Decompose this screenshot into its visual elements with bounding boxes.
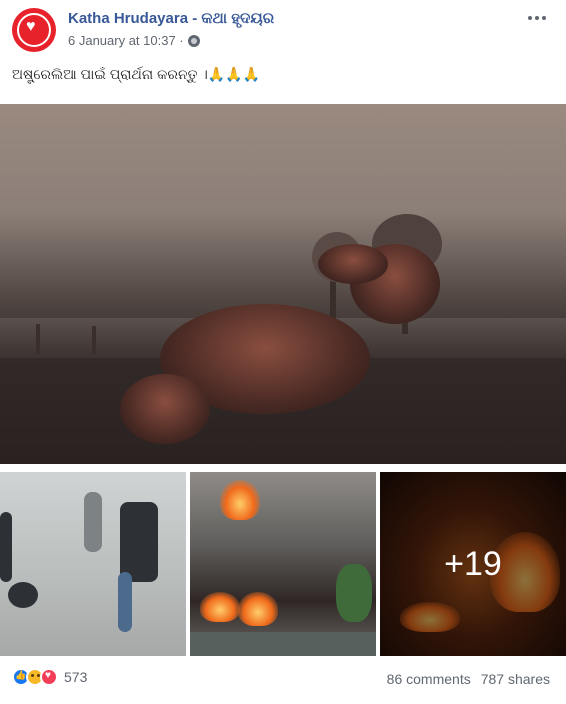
more-photos-count: +19 <box>444 544 502 583</box>
koala-figure <box>8 582 38 608</box>
fire-flame <box>220 480 260 520</box>
engagement-counts: 86 comments 787 shares <box>387 671 550 687</box>
fire-flame <box>200 592 240 622</box>
post-footer: 573 86 comments 787 shares <box>0 662 566 698</box>
photo-thumbnail-1[interactable] <box>0 472 186 656</box>
love-icon <box>40 668 58 686</box>
post-card: ♥ Katha Hrudayara - କଥା ହୃଦୟର 6 January … <box>0 0 566 704</box>
page-avatar[interactable]: ♥ <box>12 8 56 52</box>
main-photo[interactable] <box>0 104 566 464</box>
animal-carcass <box>120 374 210 444</box>
fence-post <box>92 326 96 354</box>
reaction-count: 573 <box>64 669 88 685</box>
more-options-icon[interactable] <box>528 10 552 26</box>
post-meta: 6 January at 10:37 · <box>68 33 200 48</box>
person-figure <box>118 572 132 632</box>
globe-icon <box>187 34 200 47</box>
page-name-link[interactable]: Katha Hrudayara - କଥା ହୃଦୟର <box>68 10 274 27</box>
animal-carcass <box>318 244 388 284</box>
road <box>190 632 376 656</box>
post-text: ଅଷ୍ଟ୍ରେଲିଆ ପାଇଁ ପ୍ରାର୍ଥନା କରନ୍ତୁ ।🙏🙏🙏 <box>12 66 261 82</box>
post-header: ♥ Katha Hrudayara - କଥା ହୃଦୟର 6 January … <box>0 0 566 60</box>
photo-thumbnail-3[interactable]: +19 <box>380 472 566 656</box>
comments-count[interactable]: 86 comments <box>387 671 471 687</box>
fire-flame <box>238 592 278 626</box>
more-photos-overlay[interactable]: +19 <box>380 472 566 656</box>
post-timestamp[interactable]: 6 January at 10:37 · <box>68 33 184 48</box>
person-figure <box>120 502 158 582</box>
heart-icon: ♥ <box>26 18 36 35</box>
tree <box>336 564 372 622</box>
photo-thumbnail-2[interactable] <box>190 472 376 656</box>
person-figure <box>84 492 102 552</box>
fence-post <box>36 324 40 354</box>
person-figure <box>0 512 12 582</box>
shares-count[interactable]: 787 shares <box>481 671 550 687</box>
reactions-summary[interactable]: 573 <box>12 668 87 686</box>
